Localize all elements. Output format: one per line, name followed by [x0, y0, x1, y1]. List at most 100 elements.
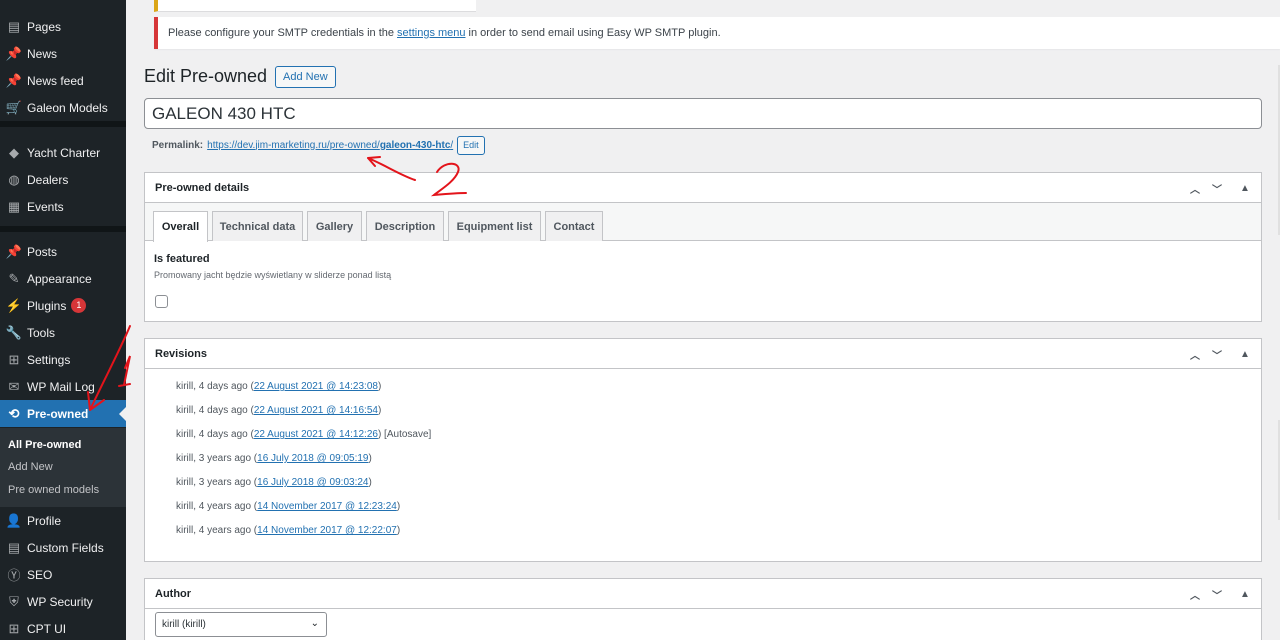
- page-title: Edit Pre-owned: [144, 66, 268, 86]
- pin-icon: 📌: [5, 72, 23, 88]
- add-new-button[interactable]: Add New: [275, 66, 336, 88]
- menu-separator: [0, 121, 126, 127]
- revision-author: kirill, 4 years ago (: [176, 525, 258, 536]
- author-select[interactable]: kirill (kirill) ⌄: [155, 612, 327, 637]
- revision-suffix: ): [377, 381, 382, 392]
- permalink-label: Permalink:: [152, 139, 204, 151]
- is-featured-checkbox[interactable]: [155, 295, 168, 308]
- revision-suffix: ): [368, 477, 372, 488]
- sidebar-item-galeon-models[interactable]: 🛒 Galeon Models: [0, 94, 126, 121]
- sidebar-item-label: News: [27, 46, 58, 61]
- sidebar-item-news-feed[interactable]: 📌 News feed: [0, 67, 126, 94]
- globe-icon: ◍: [8, 171, 20, 187]
- sidebar-item-pre-owned[interactable]: ⟲ Pre-owned: [0, 400, 126, 427]
- move-up-icon[interactable]: ︿: [1185, 339, 1205, 369]
- sidebar-item-pages[interactable]: ▤ Pages: [0, 13, 126, 40]
- sidebar-item-yacht-charter[interactable]: ◆ Yacht Charter: [0, 139, 126, 166]
- revision-link[interactable]: 16 July 2018 @ 09:03:24: [257, 477, 368, 488]
- sidebar-item-label: Galeon Models: [27, 100, 108, 115]
- revisions-box-title: Revisions: [155, 347, 207, 360]
- sidebar-item-label: Tools: [27, 325, 56, 340]
- revision-link[interactable]: 22 August 2021 @ 14:12:26: [254, 429, 378, 440]
- details-box-header[interactable]: Pre-owned details ︿ ﹀ ▲: [145, 173, 1261, 203]
- move-up-icon[interactable]: ︿: [1185, 579, 1205, 609]
- fields-icon: ▤: [7, 539, 21, 555]
- sidebar-item-profile[interactable]: 👤 Profile: [0, 507, 126, 534]
- revision-row: kirill, 4 years ago (14 November 2017 @ …: [176, 525, 400, 536]
- collapse-toggle-icon[interactable]: ▲: [1235, 339, 1255, 369]
- permalink-base: https://dev.jim-marketing.ru/pre-owned/: [207, 139, 380, 151]
- revision-link[interactable]: 22 August 2021 @ 14:16:54: [254, 405, 378, 416]
- smtp-notice: Please configure your SMTP credentials i…: [154, 17, 1280, 49]
- grid-icon: ⊞: [8, 620, 20, 636]
- sidebar-item-events[interactable]: ▦ Events: [0, 193, 126, 220]
- sidebar-item-tools[interactable]: 🔧 Tools: [0, 319, 126, 346]
- author-box-title: Author: [155, 587, 192, 600]
- edit-slug-button[interactable]: Edit: [457, 135, 485, 155]
- post-title-input[interactable]: GALEON 430 HTC: [144, 98, 1262, 129]
- cart-icon: 🛒: [5, 99, 23, 115]
- move-down-icon[interactable]: ﹀: [1207, 579, 1227, 609]
- sidebar-item-appearance[interactable]: ✎ Appearance: [0, 265, 126, 292]
- sidebar-item-label: Appearance: [27, 271, 92, 286]
- revision-row: kirill, 4 days ago (22 August 2021 @ 14:…: [176, 405, 381, 416]
- brush-icon: ✎: [8, 270, 20, 286]
- sidebar-item-settings[interactable]: ⊞ Settings: [0, 346, 126, 373]
- tab-description[interactable]: Description: [366, 211, 444, 241]
- collapse-toggle-icon[interactable]: ▲: [1235, 579, 1255, 609]
- sidebar-item-dealers[interactable]: ◍ Dealers: [0, 166, 126, 193]
- revision-row: kirill, 4 days ago (22 August 2021 @ 14:…: [176, 381, 381, 392]
- plug-icon: ⚡: [5, 297, 23, 313]
- pin-icon: 📌: [5, 45, 23, 61]
- author-box: Author ︿ ﹀ ▲ kirill (kirill) ⌄: [144, 578, 1262, 640]
- revision-link[interactable]: 16 July 2018 @ 09:05:19: [257, 453, 368, 464]
- sidebar-item-wp-security[interactable]: ⛨ WP Security: [0, 588, 126, 615]
- revision-author: kirill, 4 days ago (: [176, 381, 254, 392]
- mail-icon: ✉: [8, 378, 20, 394]
- submenu-item-all-pre-owned[interactable]: All Pre-owned: [8, 439, 81, 451]
- settings-icon: ⊞: [8, 351, 20, 367]
- sync-icon: ⟲: [8, 405, 20, 421]
- revision-link[interactable]: 22 August 2021 @ 14:23:08: [254, 381, 378, 392]
- sidebar-item-label: CPT UI: [27, 621, 67, 636]
- sidebar-item-news[interactable]: 📌 News: [0, 40, 126, 67]
- permalink-link[interactable]: https://dev.jim-marketing.ru/pre-owned/g…: [207, 140, 453, 151]
- tab-equipment-list[interactable]: Equipment list: [448, 211, 541, 241]
- move-up-icon[interactable]: ︿: [1185, 173, 1205, 203]
- details-tabs: Overall Technical data Gallery Description E…: [145, 203, 1261, 242]
- sidebar-item-cpt-ui[interactable]: ⊞ CPT UI: [0, 615, 126, 640]
- wrench-icon: 🔧: [5, 324, 23, 340]
- submenu-item-add-new[interactable]: Add New: [8, 461, 53, 473]
- sidebar-item-posts[interactable]: 📌 Posts: [0, 238, 126, 265]
- move-down-icon[interactable]: ﹀: [1207, 339, 1227, 369]
- update-count-badge: 1: [71, 298, 87, 313]
- move-down-icon[interactable]: ﹀: [1207, 173, 1227, 203]
- revision-link[interactable]: 14 November 2017 @ 12:22:07: [257, 525, 397, 536]
- collapse-toggle-icon[interactable]: ▲: [1235, 173, 1255, 203]
- tag-icon: ◆: [9, 144, 19, 160]
- submenu-item-pre-owned-models[interactable]: Pre owned models: [8, 484, 99, 496]
- sidebar-item-custom-fields[interactable]: ▤ Custom Fields: [0, 534, 126, 561]
- sidebar-item-wp-mail-log[interactable]: ✉ WP Mail Log: [0, 373, 126, 400]
- author-selected-value: kirill (kirill): [162, 619, 206, 630]
- permalink-end: /: [450, 139, 454, 151]
- pre-owned-submenu: All Pre-owned Add New Pre owned models: [0, 428, 126, 507]
- main-content: Please configure your SMTP credentials i…: [126, 0, 1280, 640]
- list-icon: ▦: [7, 198, 21, 214]
- sidebar-item-plugins[interactable]: ⚡ Plugins 1: [0, 292, 126, 319]
- sidebar-item-label: WP Mail Log: [27, 379, 95, 394]
- revisions-box-header[interactable]: Revisions ︿ ﹀ ▲: [145, 339, 1261, 369]
- author-box-header[interactable]: Author ︿ ﹀ ▲: [145, 579, 1261, 609]
- sidebar-item-label: News feed: [27, 73, 84, 88]
- tab-gallery[interactable]: Gallery: [307, 211, 362, 241]
- settings-menu-link[interactable]: settings menu: [397, 27, 465, 39]
- permalink: Permalink: https://dev.jim-marketing.ru/…: [152, 135, 485, 155]
- tab-overall[interactable]: Overall: [153, 211, 208, 242]
- details-box-title: Pre-owned details: [155, 181, 250, 194]
- tab-technical-data[interactable]: Technical data: [212, 211, 303, 241]
- revision-link[interactable]: 14 November 2017 @ 12:23:24: [257, 501, 397, 512]
- revision-author: kirill, 3 years ago (: [176, 477, 258, 488]
- sidebar-item-seo[interactable]: Ⓨ SEO: [0, 561, 126, 588]
- seo-icon: Ⓨ: [7, 568, 21, 583]
- tab-contact[interactable]: Contact: [545, 211, 603, 241]
